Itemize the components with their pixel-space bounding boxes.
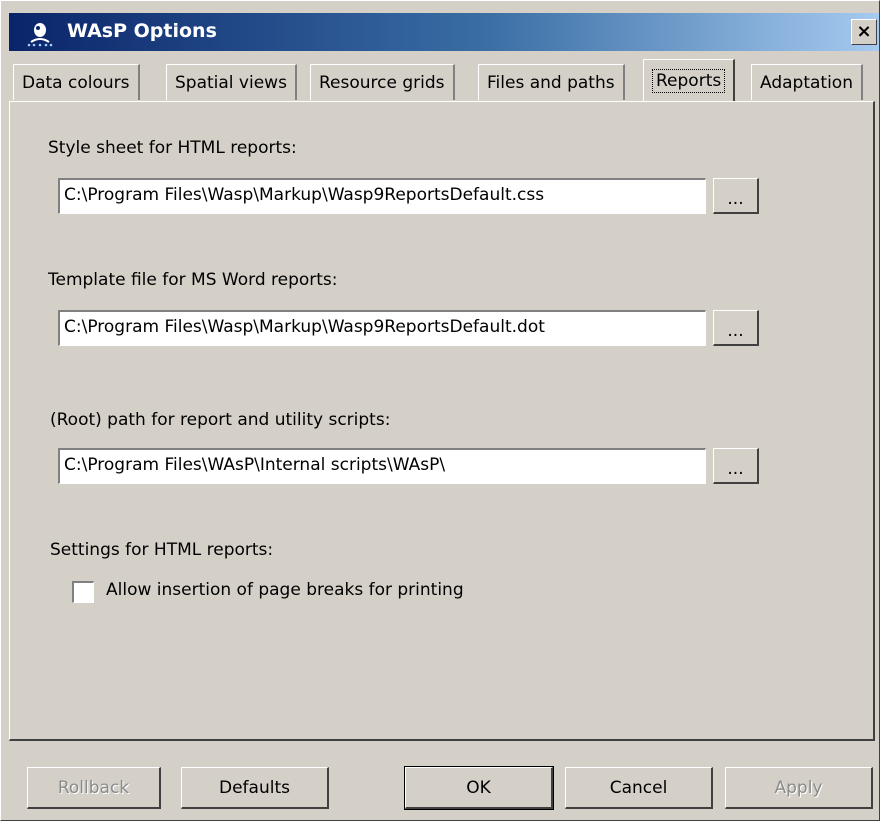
reports-panel: Style sheet for HTML reports: C:\Program… (9, 101, 875, 741)
button-label: OK (466, 777, 491, 798)
tab-data-colours[interactable]: Data colours (13, 64, 140, 100)
tab-label: Data colours (22, 72, 130, 93)
scripts-path-input[interactable]: C:\Program Files\WAsP\Internal scripts\W… (58, 448, 706, 484)
template-browse-button[interactable]: ... (713, 310, 759, 346)
button-label: Defaults (219, 777, 290, 798)
tab-spatial-views[interactable]: Spatial views (166, 64, 297, 100)
browse-label: ... (727, 320, 744, 341)
tab-adaptation[interactable]: Adaptation (751, 64, 863, 100)
tab-label: Reports (652, 68, 726, 93)
title-bar[interactable]: WAsP Options × (9, 13, 879, 51)
apply-button[interactable]: Apply (725, 767, 873, 809)
options-dialog: WAsP Options × Data colours Spatial view… (0, 0, 880, 821)
page-breaks-checkbox[interactable] (72, 581, 94, 603)
stylesheet-path-input[interactable]: C:\Program Files\Wasp\Markup\Wasp9Report… (58, 178, 706, 214)
tab-files-and-paths[interactable]: Files and paths (478, 64, 625, 100)
browse-label: ... (727, 458, 744, 479)
tab-resource-grids[interactable]: Resource grids (310, 64, 455, 100)
window-title: WAsP Options (67, 20, 217, 42)
button-label: Apply (774, 777, 823, 798)
template-path-input[interactable]: C:\Program Files\Wasp\Markup\Wasp9Report… (58, 310, 706, 346)
stylesheet-browse-button[interactable]: ... (713, 178, 759, 214)
tab-label: Adaptation (760, 72, 853, 93)
scripts-browse-button[interactable]: ... (713, 448, 759, 484)
cancel-button[interactable]: Cancel (565, 767, 713, 809)
button-label: Cancel (609, 777, 668, 798)
tab-strip: Data colours Spatial views Resource grid… (13, 59, 879, 101)
ok-button[interactable]: OK (404, 766, 554, 810)
template-label: Template file for MS Word reports: (48, 270, 338, 290)
scripts-label: (Root) path for report and utility scrip… (50, 410, 391, 430)
browse-label: ... (727, 188, 744, 209)
close-button[interactable]: × (851, 19, 877, 45)
button-label: Rollback (57, 777, 130, 798)
tab-label: Files and paths (487, 72, 615, 93)
close-icon: × (856, 21, 872, 42)
tab-reports[interactable]: Reports (643, 59, 736, 101)
rollback-button[interactable]: Rollback (27, 767, 161, 809)
page-breaks-label[interactable]: Allow insertion of page breaks for print… (106, 580, 464, 600)
wasp-app-icon (27, 23, 53, 47)
defaults-button[interactable]: Defaults (181, 767, 329, 809)
tab-label: Spatial views (175, 72, 287, 93)
tab-label: Resource grids (319, 72, 445, 93)
stylesheet-label: Style sheet for HTML reports: (48, 138, 297, 158)
settings-label: Settings for HTML reports: (50, 540, 274, 560)
